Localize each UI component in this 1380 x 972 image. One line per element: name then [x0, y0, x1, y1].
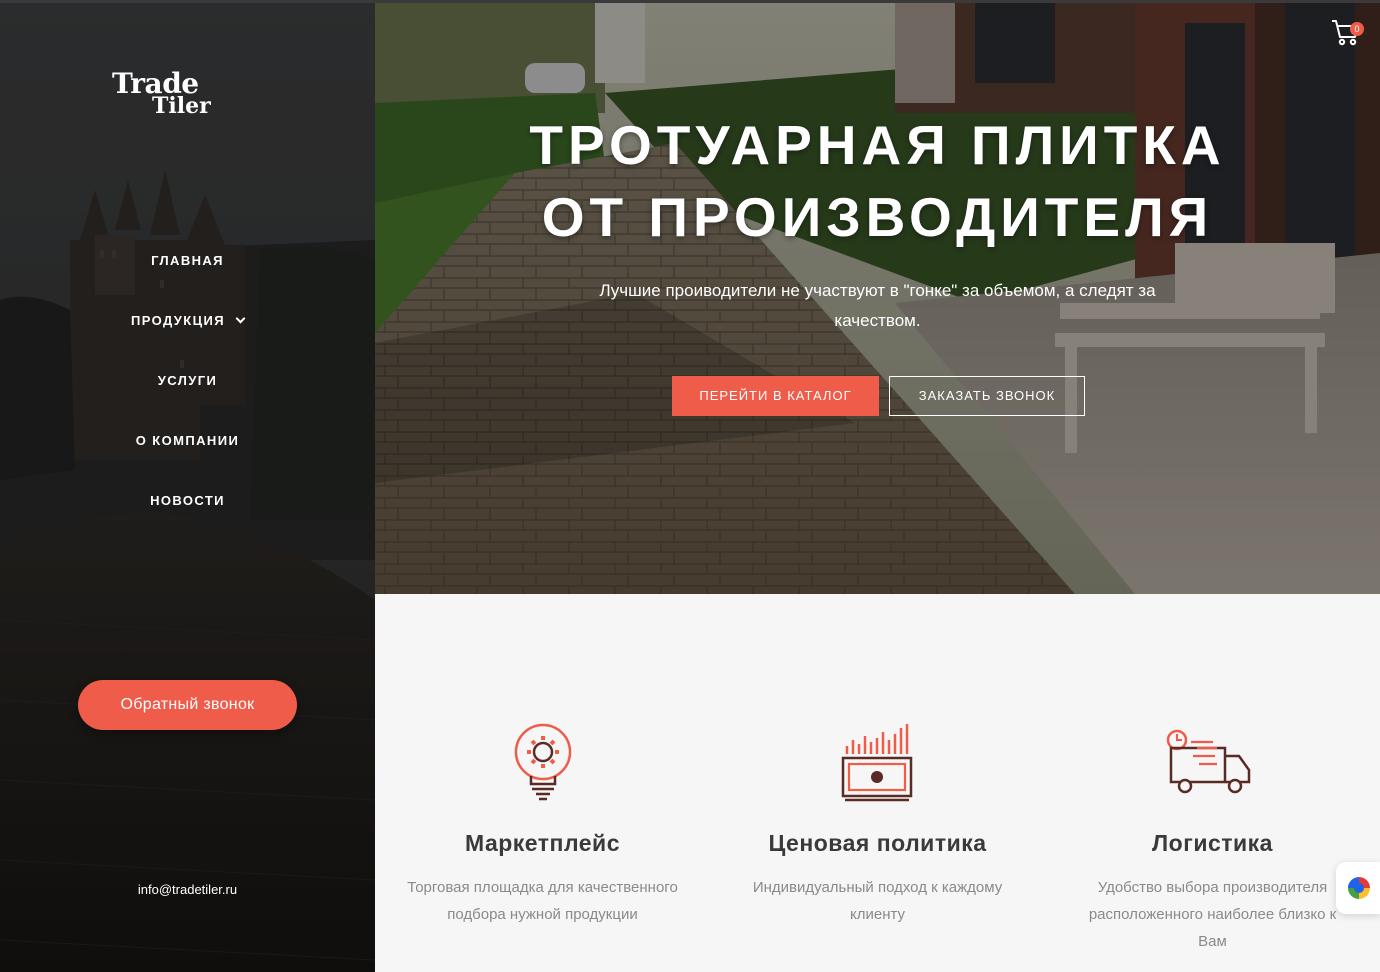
cart-button[interactable]: 0 [1330, 16, 1364, 48]
chevron-down-icon[interactable] [235, 313, 246, 324]
hero-title-line2: ОТ ПРОИЗВОДИТЕЛЯ [541, 186, 1214, 248]
widget-logo-icon [1348, 877, 1370, 899]
features-section: Маркетплейс Торговая площадка для качест… [375, 594, 1380, 972]
top-border [0, 0, 1380, 3]
nav-item-about[interactable]: О КОМПАНИИ [0, 420, 375, 480]
hero-title-line1: ТРОТУАРНАЯ ПЛИТКА [529, 114, 1226, 176]
nav-item-label: УСЛУГИ [157, 373, 218, 388]
money-chart-icon [841, 724, 913, 802]
lightbulb-gear-icon [514, 723, 572, 801]
feature-text: Индивидуальный подход к каждому клиенту [752, 879, 1003, 923]
callback-button[interactable]: Обратный звонок [78, 680, 297, 730]
hero-subtitle: Лучшие проиводители не участвуют в "гонк… [599, 281, 1156, 330]
order-call-button[interactable]: ЗАКАЗАТЬ ЗВОНОК [889, 376, 1085, 416]
nav-item-label: ГЛАВНАЯ [151, 253, 224, 268]
nav-item-label: О КОМПАНИИ [135, 433, 240, 448]
email-link[interactable]: info@tradetiler.ru [0, 882, 375, 897]
nav-item-services[interactable]: УСЛУГИ [0, 360, 375, 420]
feature-title: Маркетплейс [465, 830, 620, 856]
brand-logo[interactable]: Trade Tiler [112, 70, 211, 119]
cart-count-badge: 0 [1350, 22, 1364, 36]
feature-title: Логистика [1152, 830, 1273, 856]
nav-item-home[interactable]: ГЛАВНАЯ [0, 240, 375, 300]
delivery-truck-icon [1166, 729, 1251, 794]
nav-item-label: НОВОСТИ [150, 493, 225, 508]
accessibility-widget-button[interactable] [1336, 862, 1380, 914]
feature-text: Удобство выбора производителя расположен… [1088, 879, 1337, 950]
nav-item-label: ПРОДУКЦИЯ [130, 313, 225, 328]
brand-logo-line2: Tiler [152, 93, 211, 119]
feature-text: Торговая площадка для качественного подб… [407, 879, 678, 923]
main-nav: ГЛАВНАЯ ПРОДУКЦИЯ УСЛУГИ О КОМПАНИИ НОВО… [0, 240, 375, 540]
hero-title: ТРОТУАРНАЯ ПЛИТКА ОТ ПРОИЗВОДИТЕЛЯ [375, 109, 1380, 253]
sidebar: Trade Tiler ГЛАВНАЯ ПРОДУКЦИЯ УСЛУГИ О К… [0, 0, 375, 972]
nav-item-news[interactable]: НОВОСТИ [0, 480, 375, 540]
feature-title: Ценовая политика [768, 830, 987, 856]
hero-section: ТРОТУАРНАЯ ПЛИТКА ОТ ПРОИЗВОДИТЕЛЯ Лучши… [375, 3, 1380, 594]
nav-item-products[interactable]: ПРОДУКЦИЯ [0, 300, 375, 360]
catalog-button[interactable]: ПЕРЕЙТИ В КАТАЛОГ [672, 376, 879, 416]
